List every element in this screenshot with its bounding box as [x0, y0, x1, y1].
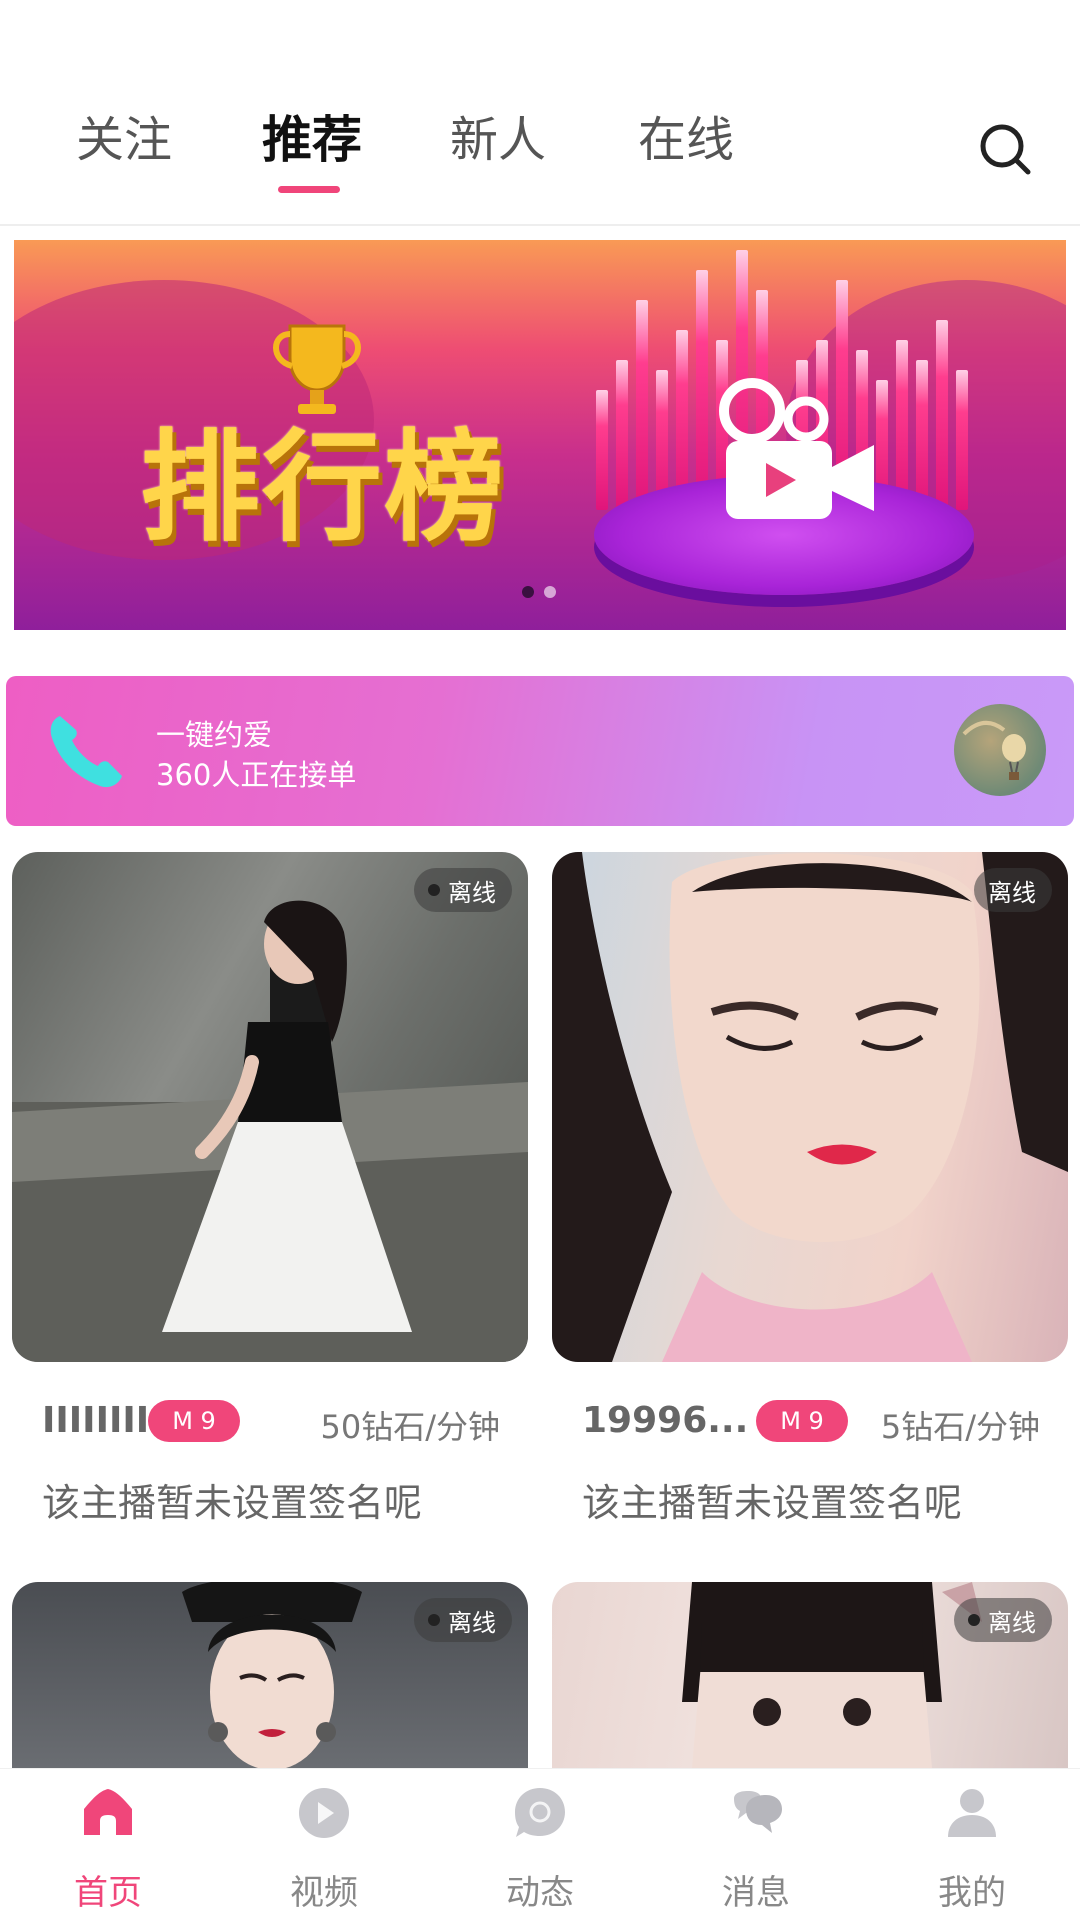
tab-recommend[interactable]: 推荐	[262, 110, 362, 170]
pagination-dot[interactable]	[522, 586, 534, 598]
nav-label: 动态	[506, 1873, 574, 1913]
banner-pagination	[522, 586, 556, 598]
nav-item-video[interactable]: 视频	[216, 1769, 432, 1920]
anchor-signature: 该主播暂未设置签名呢	[582, 1481, 963, 1525]
top-tab-bar: 关注 推荐 新人 在线	[0, 0, 1080, 226]
ranking-banner[interactable]: 排行榜	[14, 240, 1066, 630]
search-icon[interactable]	[978, 122, 1034, 178]
video-camera-icon	[704, 375, 894, 529]
anchor-photo[interactable]: 离线	[552, 852, 1068, 1362]
quick-match-count: 360人正在接单	[156, 758, 357, 792]
level-badge: M 9	[148, 1400, 240, 1442]
anchor-photo[interactable]: 离线	[12, 1582, 528, 1768]
call-price: 5钻石/分钟	[880, 1408, 1040, 1446]
status-dot	[428, 884, 440, 896]
phone-icon	[46, 710, 126, 794]
active-tab-indicator	[278, 186, 340, 193]
status-dot	[968, 1614, 980, 1626]
message-icon	[728, 1785, 784, 1841]
tab-new[interactable]: 新人	[450, 110, 546, 170]
anchor-photo[interactable]: 离线	[12, 852, 528, 1362]
moments-icon	[512, 1785, 568, 1841]
status-badge: 离线	[954, 1598, 1052, 1642]
quick-match-title: 一键约爱	[156, 718, 273, 752]
nav-label: 我的	[938, 1873, 1006, 1913]
nav-item-moments[interactable]: 动态	[432, 1769, 648, 1920]
status-dot	[428, 1614, 440, 1626]
anchor-card[interactable]: 离线 19996... M 9 5钻石/分钟 该主播暂未设置签名呢	[552, 852, 1068, 1527]
anchor-name: IIIIIIII	[42, 1400, 150, 1441]
anchor-photo[interactable]: 离线	[552, 1582, 1068, 1768]
status-text: 离线	[448, 1608, 496, 1637]
nav-item-profile[interactable]: 我的	[864, 1769, 1080, 1920]
tab-follow[interactable]: 关注	[76, 110, 172, 170]
pagination-dot[interactable]	[544, 586, 556, 598]
avatar[interactable]	[954, 704, 1046, 796]
status-badge: 离线	[414, 1598, 512, 1642]
banner-title: 排行榜	[140, 419, 506, 558]
anchor-card[interactable]: 离线	[552, 1582, 1068, 1768]
anchor-info-row: 19996... M 9 5钻石/分钟	[552, 1392, 1068, 1452]
nav-item-messages[interactable]: 消息	[648, 1769, 864, 1920]
nav-item-home[interactable]: 首页	[0, 1769, 216, 1920]
play-icon	[296, 1785, 352, 1841]
nav-label: 消息	[722, 1873, 790, 1913]
bottom-nav-bar: 首页 视频 动态 消息 我的	[0, 1768, 1080, 1920]
tab-online[interactable]: 在线	[638, 110, 734, 170]
anchor-card[interactable]: 离线 IIIIIIII M 9 50钻石/分钟 该主播暂未设置签名呢	[12, 852, 528, 1527]
anchor-name: 19996...	[582, 1400, 749, 1441]
anchor-card[interactable]: 离线	[12, 1582, 528, 1768]
status-badge: 离线	[974, 868, 1052, 912]
status-text: 离线	[988, 1608, 1036, 1637]
home-icon	[80, 1785, 136, 1841]
anchor-signature: 该主播暂未设置签名呢	[42, 1481, 423, 1525]
level-badge: M 9	[756, 1400, 848, 1442]
profile-icon	[944, 1785, 1000, 1841]
quick-match-banner[interactable]: 一键约爱 360人正在接单	[6, 676, 1074, 826]
anchor-info-row: IIIIIIII M 9 50钻石/分钟	[12, 1392, 528, 1452]
nav-label: 首页	[74, 1873, 142, 1913]
status-badge: 离线	[414, 868, 512, 912]
nav-label: 视频	[290, 1873, 358, 1913]
status-text: 离线	[988, 878, 1036, 907]
call-price: 50钻石/分钟	[320, 1408, 500, 1446]
status-text: 离线	[448, 878, 496, 907]
